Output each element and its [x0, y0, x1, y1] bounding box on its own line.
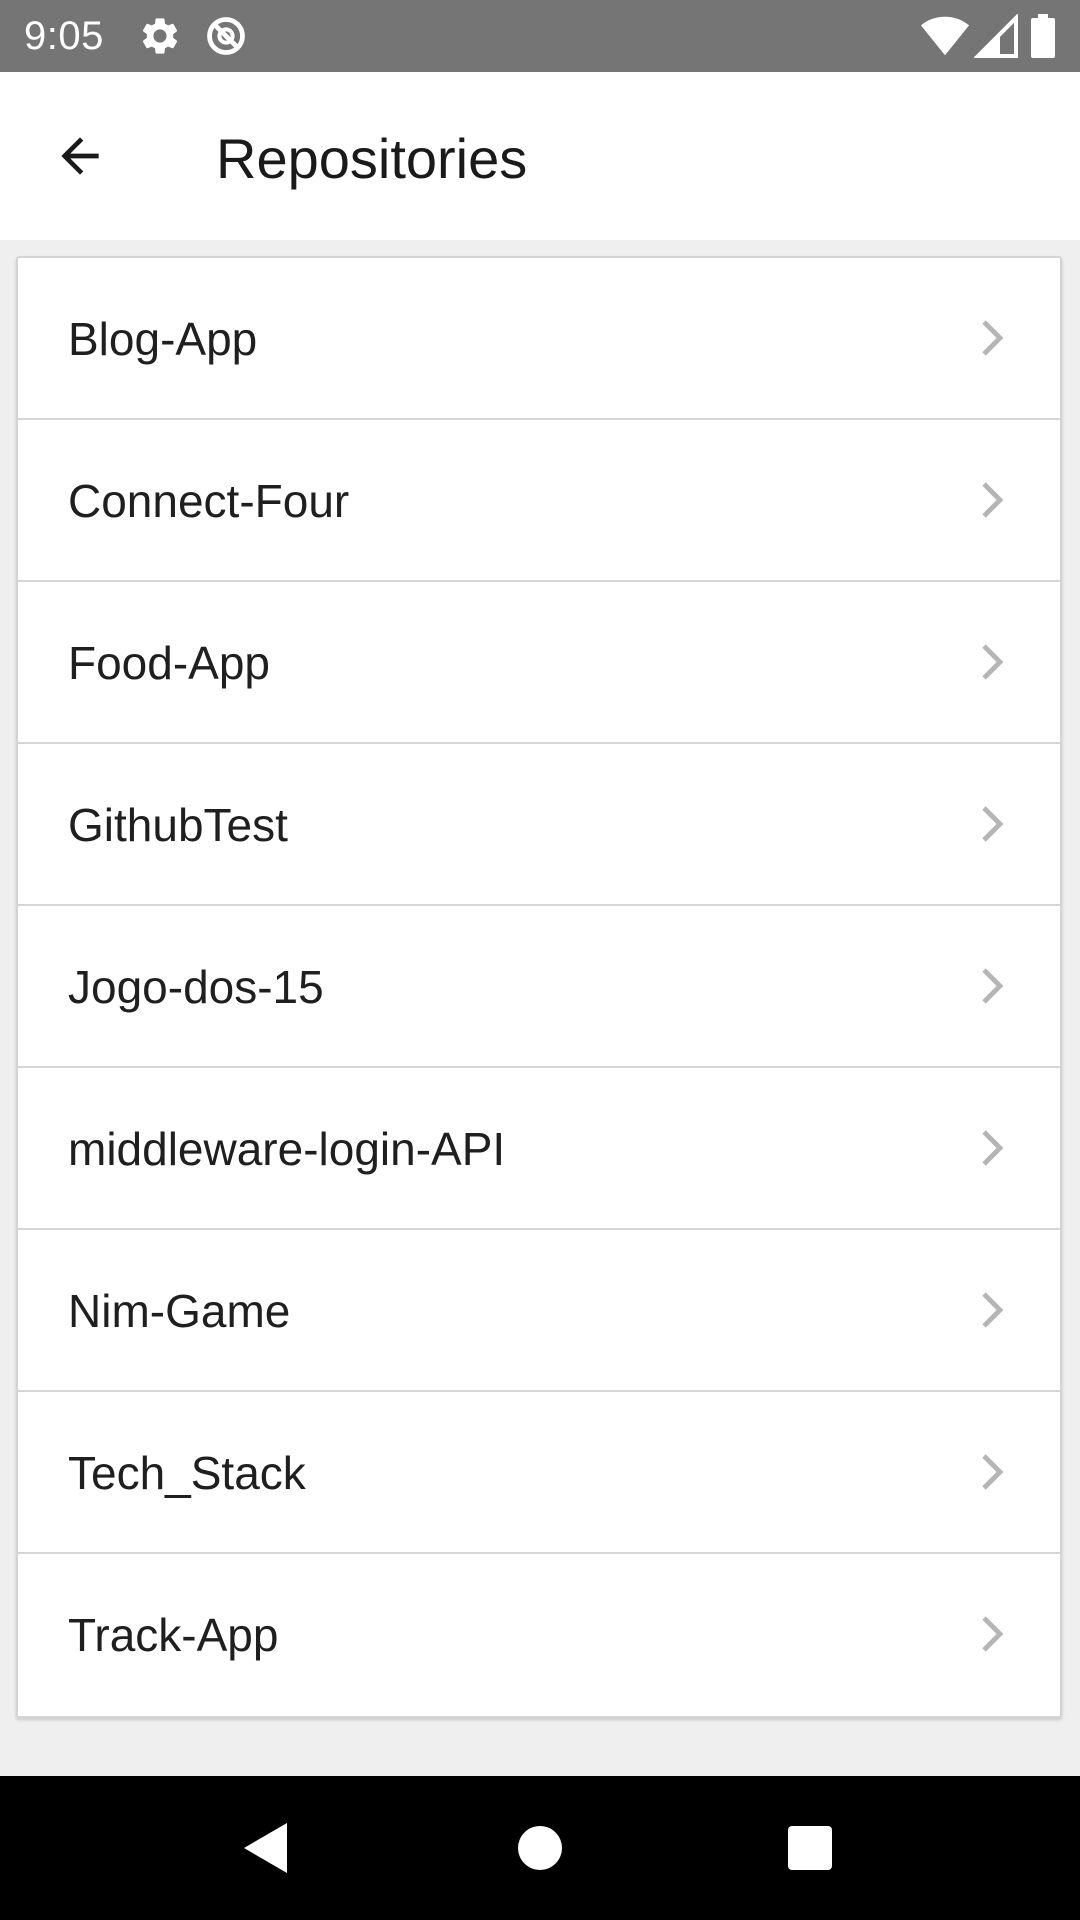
repository-item-githubtest[interactable]: GithubTest: [18, 744, 1060, 906]
repository-label: Nim-Game: [68, 1285, 291, 1337]
gear-icon: [138, 14, 182, 58]
nav-home-icon: [518, 1826, 562, 1870]
arrow-back-icon: [61, 137, 99, 175]
repository-list: Blog-App Connect-Four Food-App GithubTes…: [16, 256, 1062, 1718]
repository-label: Food-App: [68, 637, 271, 689]
chevron-right-icon: [982, 320, 1004, 356]
page-title: Repositories: [216, 127, 528, 190]
repository-label: Tech_Stack: [68, 1447, 306, 1499]
nav-recents-icon: [788, 1826, 832, 1870]
repository-label: Blog-App: [68, 313, 258, 365]
status-bar: 9:05: [0, 0, 1080, 72]
repository-label: GithubTest: [68, 799, 288, 851]
repository-item-blog-app[interactable]: Blog-App: [18, 258, 1060, 420]
back-button[interactable]: [40, 116, 120, 196]
repository-label: Jogo-dos-15: [68, 961, 324, 1013]
cellular-signal-icon: [973, 13, 1018, 58]
repository-label: Connect-Four: [68, 475, 350, 527]
repository-item-track-app[interactable]: Track-App: [18, 1554, 1060, 1716]
repository-item-food-app[interactable]: Food-App: [18, 582, 1060, 744]
wifi-icon: [920, 14, 970, 58]
repository-item-connect-four[interactable]: Connect-Four: [18, 420, 1060, 582]
chevron-right-icon: [982, 1616, 1004, 1652]
nav-recents-button[interactable]: [760, 1798, 860, 1898]
repository-item-nim-game[interactable]: Nim-Game: [18, 1230, 1060, 1392]
status-time: 9:05: [24, 14, 104, 58]
repository-label: middleware-login-API: [68, 1123, 506, 1175]
chevron-right-icon: [982, 1292, 1004, 1328]
nav-back-icon: [244, 1823, 287, 1873]
system-navigation-bar: [0, 1776, 1080, 1920]
chevron-right-icon: [982, 1454, 1004, 1490]
chevron-right-icon: [982, 644, 1004, 680]
chevron-right-icon: [982, 968, 1004, 1004]
nav-home-button[interactable]: [490, 1798, 590, 1898]
chevron-right-icon: [982, 806, 1004, 842]
do-not-disturb-icon: [204, 14, 248, 58]
repository-item-jogo-dos-15[interactable]: Jogo-dos-15: [18, 906, 1060, 1068]
nav-back-button[interactable]: [216, 1798, 316, 1898]
battery-icon: [1030, 14, 1056, 58]
chevron-right-icon: [982, 482, 1004, 518]
repository-item-middleware-login-api[interactable]: middleware-login-API: [18, 1068, 1060, 1230]
repository-label: Track-App: [68, 1609, 279, 1661]
repository-item-tech-stack[interactable]: Tech_Stack: [18, 1392, 1060, 1554]
chevron-right-icon: [982, 1130, 1004, 1166]
app-bar: Repositories: [0, 72, 1080, 240]
